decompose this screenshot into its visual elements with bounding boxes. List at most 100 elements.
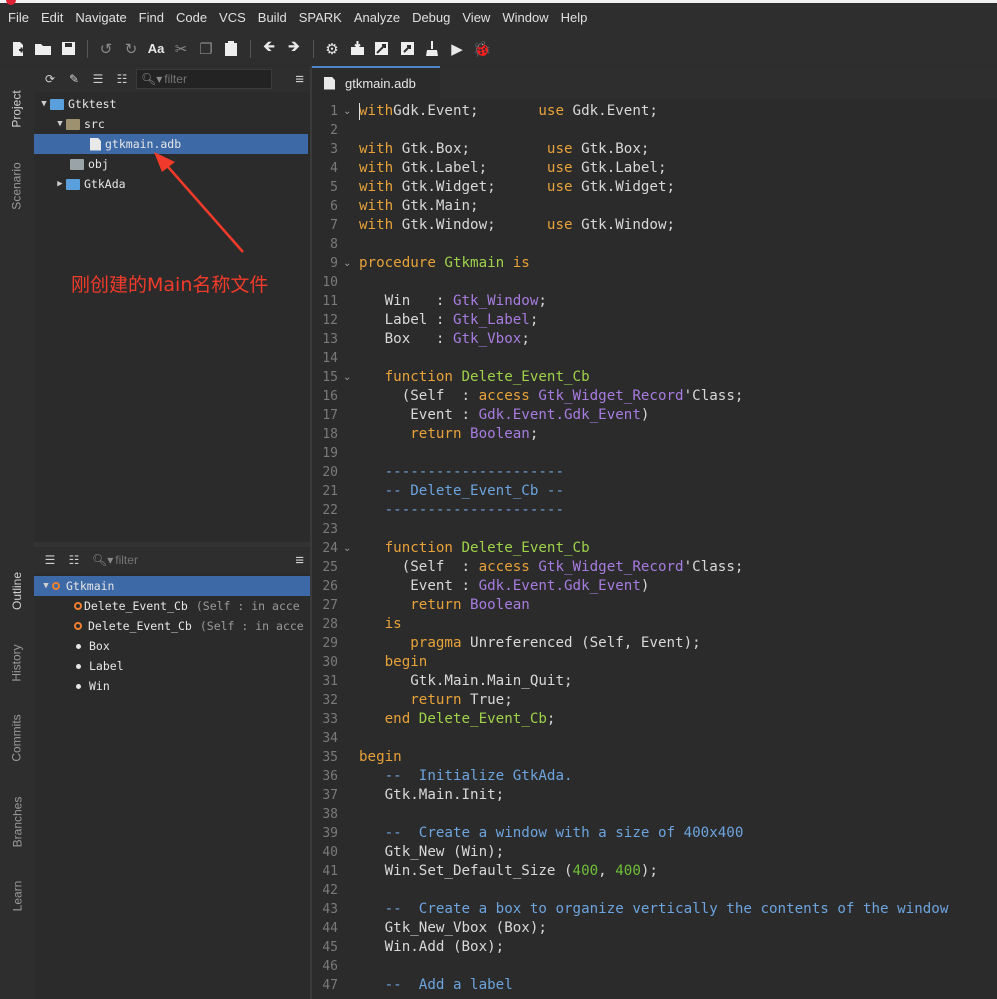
outline-item-delete-event-cb[interactable]: Delete_Event_Cb (Self : in acce bbox=[34, 616, 310, 636]
cut-icon[interactable]: ✂ bbox=[169, 37, 193, 61]
code-token: Gtk.Label; bbox=[572, 160, 667, 176]
save-icon[interactable] bbox=[56, 37, 80, 61]
project-filter[interactable]: 🔍︎▾ bbox=[136, 69, 272, 89]
tab-history[interactable]: History bbox=[0, 638, 34, 688]
menu-window[interactable]: Window bbox=[496, 3, 554, 32]
run-icon[interactable]: ▶ bbox=[445, 37, 469, 61]
code-token: pragma bbox=[410, 635, 462, 651]
tree-item-gtkada[interactable]: ▶ GtkAda bbox=[54, 174, 308, 194]
font-case-icon[interactable]: Aa bbox=[144, 37, 168, 61]
outline-filter-input[interactable] bbox=[115, 553, 216, 567]
menu-build[interactable]: Build bbox=[252, 3, 293, 32]
project-filter-input[interactable] bbox=[164, 72, 265, 86]
panel-menu-icon[interactable]: ≡ bbox=[295, 552, 304, 569]
gear-check-icon[interactable]: ⚙ bbox=[320, 37, 344, 61]
list-view-icon[interactable]: ☷ bbox=[110, 67, 134, 91]
menu-edit[interactable]: Edit bbox=[35, 3, 69, 32]
copy-icon[interactable]: ❐ bbox=[194, 37, 218, 61]
code-token: begin bbox=[359, 749, 402, 765]
search-icon: 🔍︎▾ bbox=[141, 72, 163, 86]
chevron-down-icon[interactable]: ▼ bbox=[38, 99, 50, 109]
debug-icon[interactable]: 🐞 bbox=[470, 37, 494, 61]
outline-item-label[interactable]: Label bbox=[34, 656, 310, 676]
chevron-down-icon[interactable]: ▼ bbox=[54, 119, 66, 129]
tree-item-label: Gtktest bbox=[68, 97, 117, 111]
editor-tab-bar: gtkmain.adb bbox=[312, 66, 997, 98]
code-line: withGdk.Event; use Gdk.Event; bbox=[359, 102, 658, 121]
variable-icon bbox=[76, 663, 81, 669]
build-all-icon[interactable] bbox=[370, 37, 394, 61]
fold-chevron-icon[interactable]: ⌄ bbox=[343, 368, 353, 387]
tab-outline[interactable]: Outline bbox=[0, 566, 34, 616]
code-line: Event : Gdk.Event.Gdk_Event) bbox=[359, 406, 649, 425]
panel-menu-icon[interactable]: ≡ bbox=[295, 71, 304, 88]
outline-item-delete-event-cb[interactable]: Delete_Event_Cb (Self : in acce bbox=[34, 596, 310, 616]
edit-pencil-icon[interactable]: ✎ bbox=[62, 67, 86, 91]
code-editor[interactable]: 1 ⌄ 2 3 4 5 6 7 8 9 ⌄ 10 11 12 13 14 15 ⌄ 16 17 18 19 20 21 22 23… bbox=[312, 98, 997, 999]
menu-help[interactable]: Help bbox=[555, 3, 594, 32]
paste-icon[interactable] bbox=[219, 37, 243, 61]
menu-code[interactable]: Code bbox=[170, 3, 213, 32]
fold-chevron-icon[interactable]: ⌄ bbox=[343, 254, 353, 273]
fold-chevron-icon[interactable]: ⌄ bbox=[343, 539, 353, 558]
redo-icon[interactable]: ↻ bbox=[119, 37, 143, 61]
refresh-icon[interactable]: ⟳ bbox=[38, 67, 62, 91]
menu-view[interactable]: View bbox=[456, 3, 496, 32]
project-folder-icon bbox=[66, 178, 80, 190]
menu-vcs[interactable]: VCS bbox=[213, 3, 252, 32]
menu-spark[interactable]: SPARK bbox=[293, 3, 348, 32]
forward-icon[interactable]: 🡺 bbox=[282, 37, 306, 61]
back-icon[interactable]: 🡸 bbox=[257, 37, 281, 61]
code-token: -- Delete_Event_Cb -- bbox=[384, 483, 564, 499]
outline-filter[interactable]: 🔍︎▾ bbox=[88, 550, 258, 570]
tab-gtkmain-adb[interactable]: gtkmain.adb bbox=[312, 66, 440, 98]
code-token: use bbox=[538, 103, 565, 119]
toolbar-separator bbox=[313, 39, 314, 58]
tab-commits[interactable]: Commits bbox=[0, 710, 34, 766]
outline-toolbar: ☰ ☷ 🔍︎▾ ≡ bbox=[34, 547, 310, 573]
new-file-icon[interactable] bbox=[6, 37, 30, 61]
tab-branches[interactable]: Branches bbox=[0, 792, 34, 852]
code-line: Gtk.Main.Main_Quit; bbox=[359, 672, 572, 691]
collapse-all-icon[interactable]: ☰ bbox=[38, 548, 62, 572]
clean-icon[interactable] bbox=[420, 37, 444, 61]
code-token: Gdk.Event.Gdk_Event bbox=[478, 578, 641, 594]
tab-scenario[interactable]: Scenario bbox=[0, 156, 34, 216]
code-token: 'Class; bbox=[683, 388, 744, 404]
code-line: with Gtk.Label; use Gtk.Label; bbox=[359, 159, 667, 178]
undo-icon[interactable]: ↺ bbox=[94, 37, 118, 61]
build-icon[interactable] bbox=[345, 37, 369, 61]
code-line: --------------------- bbox=[359, 501, 564, 520]
code-line: Win : Gtk_Window; bbox=[359, 292, 547, 311]
open-folder-icon[interactable] bbox=[31, 37, 55, 61]
outline-item-label: Delete_Event_Cb bbox=[84, 599, 188, 613]
code-line: Box : Gtk_Vbox; bbox=[359, 330, 530, 349]
tree-item-src[interactable]: ▼ src bbox=[54, 114, 308, 134]
list-view-icon[interactable]: ☷ bbox=[62, 548, 86, 572]
code-token: Gtk.Window; bbox=[393, 217, 547, 233]
chevron-right-icon[interactable]: ▶ bbox=[54, 179, 66, 189]
outline-item-gtkmain[interactable]: ▼ Gtkmain bbox=[34, 576, 310, 596]
tree-item-gtkmain-adb[interactable]: gtkmain.adb bbox=[34, 134, 308, 154]
build-target-icon[interactable] bbox=[395, 37, 419, 61]
menu-find[interactable]: Find bbox=[133, 3, 170, 32]
tab-project[interactable]: Project bbox=[0, 84, 34, 134]
toolbar-separator bbox=[87, 39, 88, 58]
menu-navigate[interactable]: Navigate bbox=[69, 3, 132, 32]
code-token: 400 bbox=[572, 863, 599, 879]
chevron-down-icon[interactable]: ▼ bbox=[40, 581, 52, 591]
menu-analyze[interactable]: Analyze bbox=[348, 3, 406, 32]
menu-debug[interactable]: Debug bbox=[406, 3, 456, 32]
line-number: 47 bbox=[322, 978, 338, 993]
tab-learn[interactable]: Learn bbox=[0, 874, 34, 918]
code-line: -- Initialize GtkAda. bbox=[359, 767, 573, 786]
outline-item-win[interactable]: Win bbox=[34, 676, 310, 696]
code-token: ; bbox=[529, 426, 539, 442]
tree-item-gtktest[interactable]: ▼ Gtktest bbox=[38, 94, 308, 114]
collapse-all-icon[interactable]: ☰ bbox=[86, 67, 110, 91]
tree-item-obj[interactable]: obj bbox=[70, 154, 308, 174]
menu-file[interactable]: File bbox=[2, 3, 35, 32]
outline-item-box[interactable]: Box bbox=[34, 636, 310, 656]
fold-chevron-icon[interactable]: ⌄ bbox=[343, 102, 353, 121]
line-number: 46 bbox=[322, 959, 338, 974]
